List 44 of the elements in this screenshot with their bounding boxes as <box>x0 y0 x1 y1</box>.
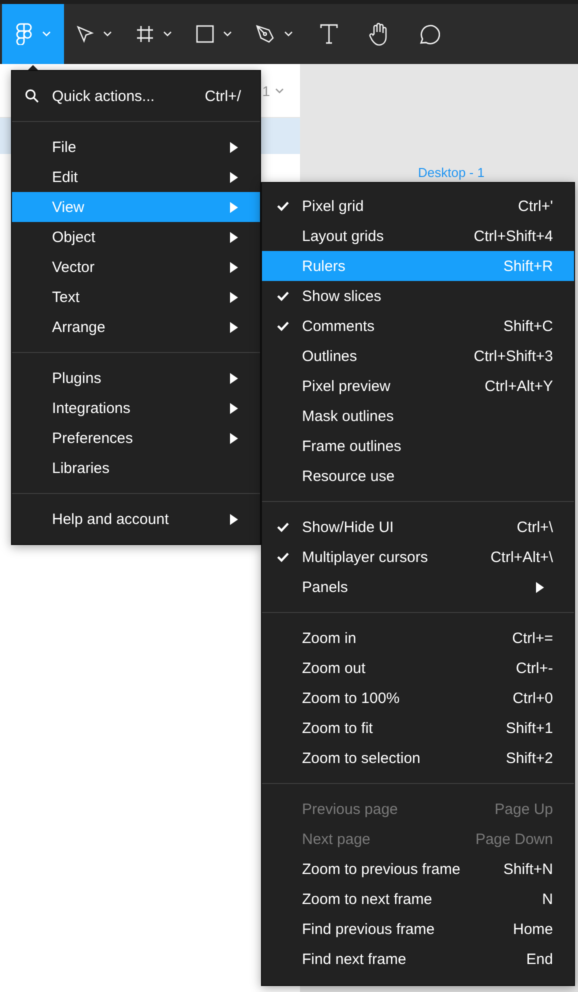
menu-item[interactable]: Zoom to previous frame Shift+N <box>262 854 574 884</box>
pointer-icon <box>76 25 94 43</box>
menu-item[interactable]: Mask outlines <box>262 401 574 431</box>
menu-item[interactable]: Panels <box>262 572 574 602</box>
menu-item[interactable]: Zoom to 100% Ctrl+0 <box>262 683 574 713</box>
menu-item[interactable]: Integrations <box>12 393 260 423</box>
menu-item[interactable]: Zoom to next frame N <box>262 884 574 914</box>
text-tool-icon <box>320 24 338 44</box>
menu-item[interactable]: Text <box>12 282 260 312</box>
menu-item[interactable]: Frame outlines <box>262 431 574 461</box>
menu-item[interactable]: Edit <box>12 162 260 192</box>
menu-item[interactable]: Preferences <box>12 423 260 453</box>
logo-icon <box>16 23 32 45</box>
quick-actions-item[interactable]: Quick actions... Ctrl+/ <box>12 81 260 111</box>
menu-item[interactable]: Layout grids Ctrl+Shift+4 <box>262 221 574 251</box>
search-icon <box>25 89 39 103</box>
menu-item[interactable]: Zoom in Ctrl+= <box>262 623 574 653</box>
menu-item[interactable]: Find next frame End <box>262 944 574 974</box>
menu-item[interactable]: Resource use <box>262 461 574 491</box>
menu-item[interactable]: Find previous frame Home <box>262 914 574 944</box>
frame-icon <box>136 25 154 43</box>
menu-item[interactable]: Help and account <box>12 504 260 534</box>
menu-item[interactable]: Comments Shift+C <box>262 311 574 341</box>
menu-item[interactable]: Show slices <box>262 281 574 311</box>
menu-item[interactable]: Plugins <box>12 363 260 393</box>
menu-item[interactable]: Pixel preview Ctrl+Alt+Y <box>262 371 574 401</box>
menu-item[interactable]: Zoom to selection Shift+2 <box>262 743 574 773</box>
menu-item[interactable]: Pixel grid Ctrl+' <box>262 191 574 221</box>
main-menu-button[interactable] <box>2 4 64 64</box>
menu-item[interactable]: Zoom out Ctrl+- <box>262 653 574 683</box>
rectangle-icon <box>196 25 214 43</box>
menu-item[interactable]: Arrange <box>12 312 260 342</box>
menu-item[interactable]: File <box>12 132 260 162</box>
menu-item[interactable]: Outlines Ctrl+Shift+3 <box>262 341 574 371</box>
menu-item[interactable]: Object <box>12 222 260 252</box>
pen-icon <box>255 24 275 44</box>
menu-item[interactable]: Multiplayer cursors Ctrl+Alt+\ <box>262 542 574 572</box>
menu-item[interactable]: Libraries <box>12 453 260 483</box>
menu-item[interactable]: Show/Hide UI Ctrl+\ <box>262 512 574 542</box>
menu-item[interactable]: Vector <box>12 252 260 282</box>
frame-label: Desktop - 1 <box>418 165 484 180</box>
caret-icon <box>275 88 284 94</box>
menu-item[interactable]: Zoom to fit Shift+1 <box>262 713 574 743</box>
comment-icon <box>418 23 440 45</box>
